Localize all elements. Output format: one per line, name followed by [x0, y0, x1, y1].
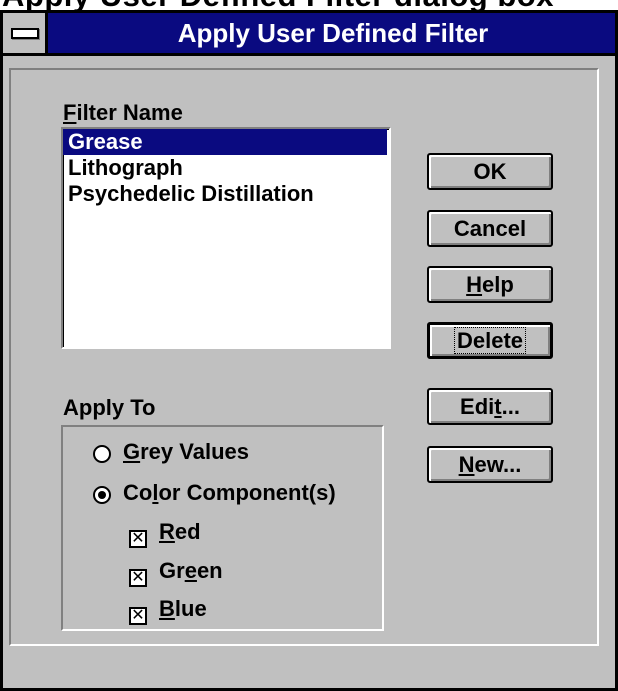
ok-button[interactable]: OK	[427, 153, 553, 190]
radio-unchecked-icon	[93, 445, 111, 463]
delete-button-label: Delete	[453, 327, 527, 354]
cancel-button[interactable]: Cancel	[427, 210, 553, 247]
delete-button[interactable]: Delete	[427, 322, 553, 359]
system-menu-button[interactable]	[3, 13, 48, 53]
list-item-grease[interactable]: Grease	[63, 129, 387, 155]
window-title: Apply User Defined Filter	[177, 18, 489, 48]
checkbox-checked-icon: ✕	[129, 569, 147, 587]
list-item-lithograph[interactable]: Lithograph	[63, 155, 389, 181]
apply-to-label: Apply To	[63, 395, 156, 420]
red-checkbox[interactable]: ✕ Red	[129, 517, 201, 548]
grey-values-radio[interactable]: Grey Values	[93, 437, 249, 467]
edit-button[interactable]: Edit...	[427, 388, 553, 425]
filter-name-list[interactable]: Grease Lithograph Psychedelic Distillati…	[61, 127, 391, 349]
list-item-psychedelic-distillation[interactable]: Psychedelic Distillation	[63, 181, 389, 207]
new-button[interactable]: New...	[427, 446, 553, 483]
system-menu-icon	[11, 28, 39, 39]
green-checkbox[interactable]: ✕ Green	[129, 556, 223, 587]
title-bar: Apply User Defined Filter	[3, 13, 615, 56]
filter-name-label: Filter Name	[63, 100, 183, 125]
checkbox-checked-icon: ✕	[129, 530, 147, 548]
color-components-radio[interactable]: Color Component(s)	[93, 478, 336, 508]
radio-checked-icon	[93, 486, 111, 504]
blue-checkbox[interactable]: ✕ Blue	[129, 594, 207, 625]
help-button[interactable]: Help	[427, 266, 553, 303]
checkbox-checked-icon: ✕	[129, 607, 147, 625]
